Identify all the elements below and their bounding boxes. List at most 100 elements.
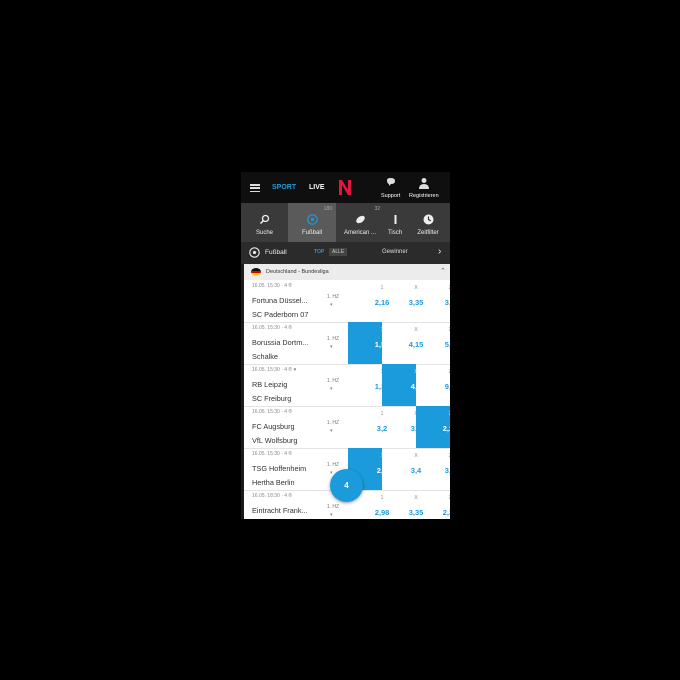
support-chat-icon xyxy=(386,178,395,186)
chevron-up-icon[interactable]: ⌃ xyxy=(440,267,446,275)
sport-count: 180 xyxy=(323,206,332,212)
sport-item-label: Suche xyxy=(255,230,273,236)
home-team: FC Augsburg xyxy=(252,422,295,431)
filter-bar: Fußball TOP ALLE Gewinner › xyxy=(241,242,450,264)
sport-item-table-tennis[interactable]: Tisch xyxy=(384,203,406,242)
home-team: Eintracht Frank... xyxy=(252,506,308,515)
match-time: 16.05. 15:30 · 4 ® xyxy=(252,325,293,331)
odds-value: 3,4 xyxy=(444,466,450,475)
support-button[interactable]: Support xyxy=(381,177,400,199)
odds-outcome-label: 2 xyxy=(433,285,450,291)
home-team: RB Leipzig xyxy=(252,380,288,389)
away-team: SC Freiburg xyxy=(252,394,292,403)
match-time: 16.05. 18:30 · 4 ® xyxy=(252,493,293,499)
odds-button[interactable]: 1 1,56 xyxy=(348,322,389,364)
odds-button[interactable]: X 4,15 xyxy=(382,322,424,364)
register-label: Registrieren xyxy=(409,193,439,199)
odds-value: 3,3 xyxy=(444,298,450,307)
home-team: Fortuna Düssel... xyxy=(252,296,308,305)
odds-outcome-label: 2 xyxy=(433,327,450,333)
user-icon xyxy=(418,178,429,189)
market-selector[interactable]: 1. HZ xyxy=(326,420,340,426)
home-team: Borussia Dortm... xyxy=(252,338,309,347)
search-icon xyxy=(259,214,270,225)
betslip-button[interactable]: 4 xyxy=(330,469,363,502)
time-filter-button[interactable]: Zeitfilter xyxy=(406,203,450,242)
market-selector[interactable]: 1. HZ xyxy=(326,462,340,468)
odds-button[interactable]: 25,5 xyxy=(416,322,450,364)
home-team: TSG Hoffenheim xyxy=(252,464,307,473)
top-bar: SPORT LIVE Support Registrieren xyxy=(241,172,450,203)
odds-button[interactable]: X 3,4 xyxy=(382,448,421,490)
time-filter-label: Zeitfilter xyxy=(417,230,439,236)
match-row[interactable]: 16.05. 15:30 · 4 ® FC Augsburg VfL Wolfsbu… xyxy=(244,406,450,449)
odds-button[interactable]: 22,28 xyxy=(416,406,450,448)
away-team: VfL Wolfsburg xyxy=(252,436,298,445)
odds-button[interactable]: 29,6 xyxy=(416,364,450,406)
sport-item-search[interactable]: Suche xyxy=(241,203,288,242)
away-team: SC Paderborn 07 xyxy=(252,310,309,319)
register-button[interactable]: Registrieren xyxy=(409,177,439,199)
sport-item-label: Tisch xyxy=(387,230,403,236)
sport-count: 32 xyxy=(374,206,380,212)
filter-top-toggle[interactable]: TOP xyxy=(312,248,326,256)
chevron-down-icon[interactable]: ▾ xyxy=(330,302,333,308)
filter-sport-label: Fußball xyxy=(265,249,287,256)
away-team: Schalke xyxy=(252,352,278,361)
odds-button[interactable]: X3,2 xyxy=(382,406,421,448)
odds-button[interactable]: 22,34 xyxy=(416,490,450,519)
odds-button[interactable]: 11,32 xyxy=(348,364,390,406)
odds-button[interactable]: 1 2,16 xyxy=(348,280,390,322)
away-team: Hertha Berlin xyxy=(252,478,295,487)
odds-value: 2,34 xyxy=(442,508,450,517)
sport-item-label: American ... xyxy=(343,230,376,236)
match-time: 16.05. 15:30 · 4 ® ♥ xyxy=(252,367,297,373)
sports-carousel: Suche 180 Fußball 32 American ... Tisch xyxy=(241,203,450,242)
hamburger-menu-icon[interactable] xyxy=(250,184,260,193)
odds-button[interactable]: X 3,35 xyxy=(382,280,424,322)
chevron-down-icon[interactable]: ▾ xyxy=(330,344,333,350)
soccer-ball-icon xyxy=(249,247,260,258)
odds-value: 2,28 xyxy=(442,424,450,433)
odds-button[interactable]: 1 3,2 xyxy=(348,406,387,448)
sport-item-soccer[interactable]: 180 Fußball xyxy=(288,203,336,242)
odds-outcome-label: 2 xyxy=(433,411,450,417)
odds-outcome-label: 2 xyxy=(433,453,450,459)
phone-screen: SPORT LIVE Support Registrieren Suche 18… xyxy=(241,172,450,519)
match-row[interactable]: 16.05. 15:30 · 4 ® Borussia Dortm... Schal… xyxy=(244,322,450,365)
soccer-ball-icon xyxy=(306,214,318,225)
germany-flag-icon xyxy=(251,268,261,276)
brand-logo-icon[interactable] xyxy=(338,179,352,196)
chevron-down-icon[interactable]: ▾ xyxy=(330,512,333,518)
odds-value: 5,5 xyxy=(444,340,450,349)
chevron-right-icon[interactable]: › xyxy=(438,246,441,257)
market-selector[interactable]: 1. HZ xyxy=(326,336,340,342)
clock-icon xyxy=(423,214,433,225)
odds-button[interactable]: 23,4 xyxy=(416,448,450,490)
odds-button[interactable]: X 3,35 xyxy=(382,490,424,519)
match-row[interactable]: 16.05. 15:30 · 4 ® Fortuna Düssel... SC Pa… xyxy=(244,280,450,323)
odds-outcome-label: 2 xyxy=(433,369,450,375)
match-time: 16.05. 15:30 · 4 ® xyxy=(252,451,293,457)
league-name: Deutschland - Bundesliga xyxy=(266,269,329,275)
odds-outcome-label: 2 xyxy=(433,495,450,501)
sport-item-label: Fußball xyxy=(301,230,322,236)
market-selector[interactable]: Gewinner xyxy=(382,249,408,255)
support-label: Support xyxy=(381,193,401,199)
chevron-down-icon[interactable]: ▾ xyxy=(330,428,333,434)
market-selector[interactable]: 1. HZ xyxy=(326,378,340,384)
match-time: 16.05. 15:30 · 4 ® xyxy=(252,409,293,415)
odds-button[interactable]: X 4,9 xyxy=(382,364,421,406)
american-football-icon xyxy=(355,215,365,224)
market-selector[interactable]: 1. HZ xyxy=(326,294,340,300)
match-time: 16.05. 15:30 · 4 ® xyxy=(252,283,293,289)
nav-sport-tab[interactable]: SPORT xyxy=(272,184,296,191)
odds-button[interactable]: 23,3 xyxy=(416,280,450,322)
nav-live-tab[interactable]: LIVE xyxy=(309,184,325,191)
chevron-down-icon[interactable]: ▾ xyxy=(330,386,333,392)
match-row[interactable]: 16.05. 15:30 · 4 ® ♥ RB Leipzig SC Freibur… xyxy=(244,364,450,407)
market-selector[interactable]: 1. HZ xyxy=(326,504,340,510)
league-header[interactable]: Deutschland - Bundesliga ⌃ xyxy=(244,264,450,280)
sport-item-american-football[interactable]: 32 American ... xyxy=(336,203,384,242)
filter-all-toggle[interactable]: ALLE xyxy=(329,248,348,256)
